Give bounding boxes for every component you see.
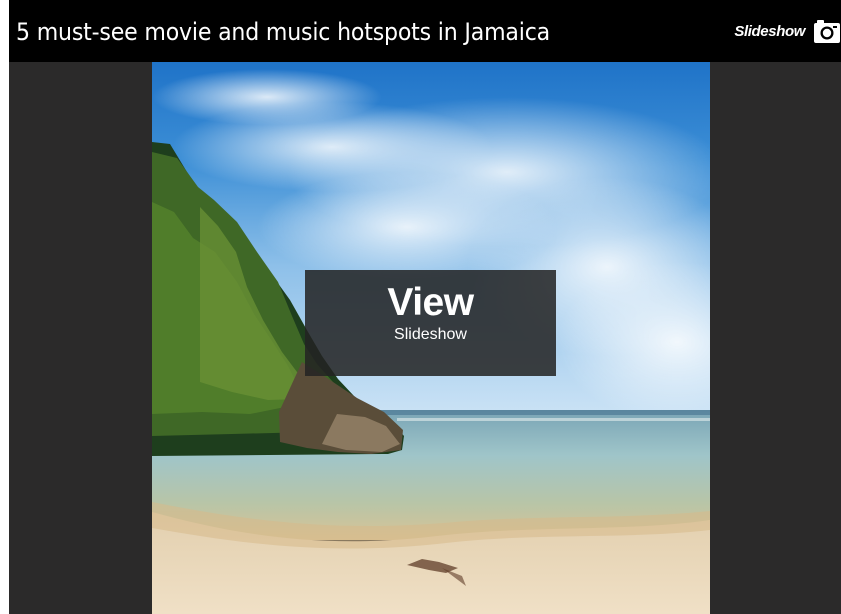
slideshow-link[interactable]: Slideshow [734, 20, 841, 44]
camera-icon [813, 20, 841, 44]
slideshow-title: 5 must-see movie and music hotspots in J… [16, 18, 551, 46]
view-label: View [387, 281, 474, 324]
slideshow-link-label: Slideshow [734, 23, 805, 40]
slideshow-widget: 5 must-see movie and music hotspots in J… [9, 0, 841, 614]
slideshow-header: 5 must-see movie and music hotspots in J… [9, 0, 841, 62]
view-slideshow-button[interactable]: View Slideshow [305, 270, 556, 376]
slideshow-sub-label: Slideshow [394, 326, 467, 343]
